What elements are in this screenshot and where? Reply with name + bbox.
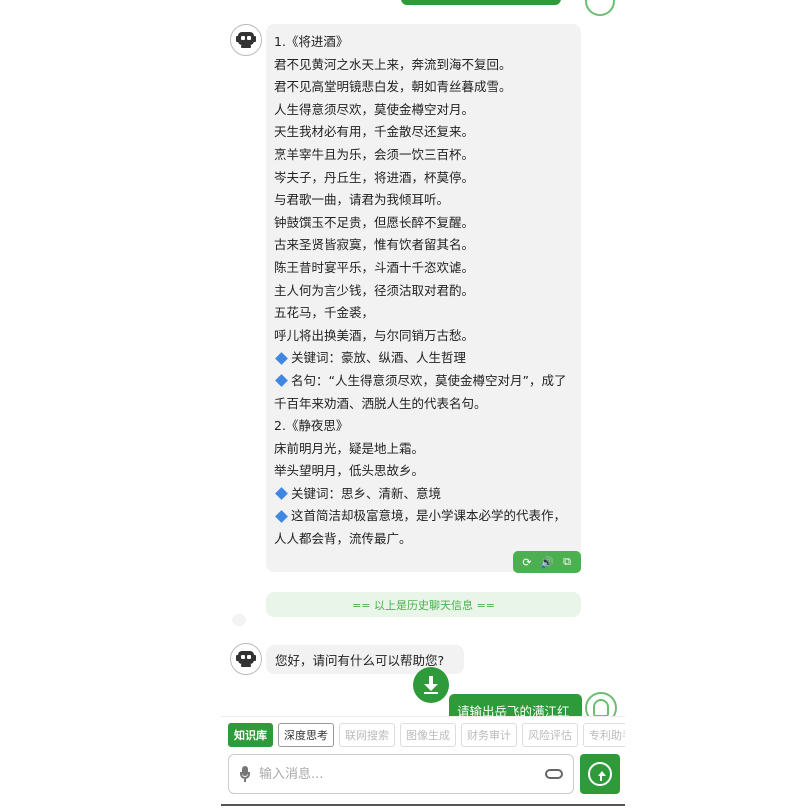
arrow-up-icon: [588, 762, 612, 786]
user-icon: [593, 699, 609, 717]
poem-line: 与君歌一曲，请君为我倾耳听。: [274, 192, 450, 208]
message-input-box: [228, 754, 574, 794]
speaker-icon[interactable]: 🔊: [539, 556, 555, 569]
keywords-line-1: 关键词：豪放、纵酒、人生哲理: [274, 347, 573, 370]
diamond-icon: [275, 351, 288, 365]
previous-user-avatar: [585, 0, 615, 16]
chat-window: 1.《将进酒》君不见黄河之水天上来，奔流到海不复回。 君不见高堂明镜悲白发，朝如青…: [221, 0, 625, 810]
poem-line: 钟鼓馔玉不足贵，但愿长醉不复醒。: [274, 214, 475, 230]
bot-avatar: [230, 643, 262, 675]
poem-line: 床前明月光，疑是地上霜。: [274, 440, 425, 456]
refresh-icon[interactable]: ⟳: [519, 556, 535, 569]
poem-line: 古来圣贤皆寂寞，惟有饮者留其名。: [274, 237, 475, 253]
attachment-icon[interactable]: [545, 769, 563, 779]
message-actions: ⟳ 🔊 ⧉: [513, 551, 581, 573]
keywords-line-2: 关键词：思乡、清新、意境: [274, 483, 573, 506]
bot-message-poems: 1.《将进酒》君不见黄河之水天上来，奔流到海不复回。 君不见高堂明镜悲白发，朝如青…: [266, 24, 581, 572]
chip-1[interactable]: 知识库: [228, 723, 273, 747]
faint-avatar-placeholder: [232, 614, 246, 626]
diamond-icon: [275, 374, 288, 388]
chip-3[interactable]: 联网搜索: [339, 723, 395, 747]
diamond-icon: [275, 487, 288, 501]
feature-chips: 知识库深度思考联网搜索图像生成财务审计风险评估专利助手: [228, 723, 625, 749]
poem-line: 五花马，千金裘，: [274, 305, 375, 321]
robot-icon: [236, 32, 256, 48]
send-button[interactable]: [580, 754, 620, 794]
poem-line: 呼儿将出换美酒，与尔同销万古愁。: [274, 327, 475, 343]
chip-7[interactable]: 专利助手: [583, 723, 625, 747]
bot-avatar: [230, 24, 262, 56]
scroll-to-bottom-button[interactable]: [413, 667, 449, 703]
poem-line: 君不见高堂明镜悲白发，朝如青丝暮成雪。: [274, 79, 512, 95]
message-input[interactable]: [259, 766, 539, 782]
previous-user-bubble: [401, 0, 561, 5]
poem-line: 君不见黄河之水天上来，奔流到海不复回。: [274, 56, 512, 72]
famous-line-1: 名句：“人生得意须尽欢，莫使金樽空对月”，成了千百年来劝酒、洒脱人生的代表名句。: [274, 372, 567, 411]
poem-lines: 1.《将进酒》君不见黄河之水天上来，奔流到海不复回。 君不见高堂明镜悲白发，朝如青…: [274, 31, 573, 347]
poem-line: 举头望明月，低头思故乡。: [274, 463, 425, 479]
frame-bottom-border: [221, 804, 625, 806]
poem-line: 主人何为言少钱，径须沽取对君酌。: [274, 282, 475, 298]
poem-line: 人生得意须尽欢，莫使金樽空对月。: [274, 101, 475, 117]
poem-title-2: 2.《静夜思》: [274, 418, 349, 434]
diamond-icon: [275, 510, 288, 523]
chip-2[interactable]: 深度思考: [278, 723, 334, 747]
poem-line: 岑夫子，丹丘生，将进酒，杯莫停。: [274, 169, 475, 185]
chip-5[interactable]: 财务审计: [461, 723, 517, 747]
copy-icon[interactable]: ⧉: [559, 555, 575, 569]
chip-6[interactable]: 风险评估: [522, 723, 578, 747]
poem-line: 1.《将进酒》: [274, 34, 349, 49]
poem-line: 烹羊宰牛且为乐，会须一饮三百杯。: [274, 146, 475, 162]
history-divider: == 以上是历史聊天信息 ==: [266, 592, 581, 617]
composer: 知识库深度思考联网搜索图像生成财务审计风险评估专利助手: [221, 716, 625, 810]
note-line-2: 这首简洁却极富意境，是小学课本必学的代表作，人人都会背，流传最广。: [274, 508, 567, 547]
chip-4[interactable]: 图像生成: [400, 723, 456, 747]
robot-icon: [236, 651, 256, 667]
poem-line: 天生我材必有用，千金散尽还复来。: [274, 124, 475, 140]
poem-line: 陈王昔时宴平乐，斗酒十千恣欢谑。: [274, 259, 475, 275]
microphone-icon[interactable]: [239, 766, 251, 782]
poem-lines-2: 床前明月光，疑是地上霜。 举头望明月，低头思故乡。: [274, 438, 573, 483]
download-arrow-icon: [423, 676, 439, 694]
